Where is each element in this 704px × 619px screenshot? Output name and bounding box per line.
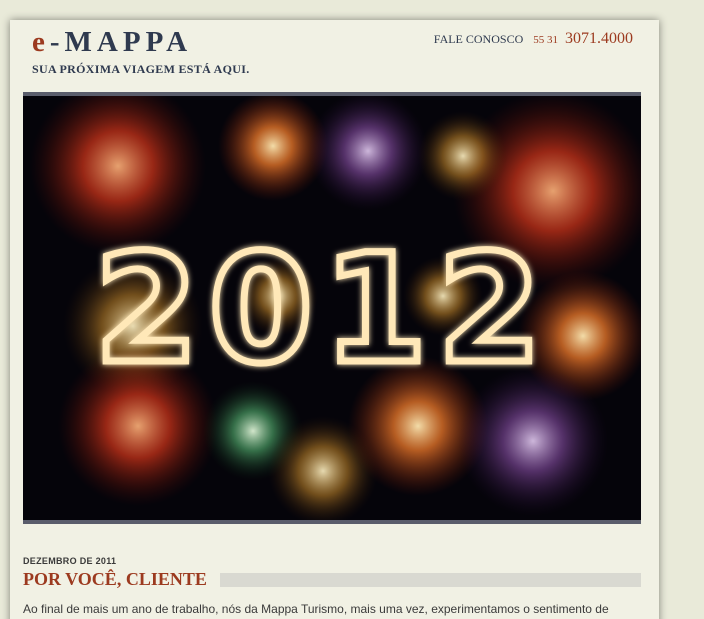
year-sparkler-text: 2012 — [94, 223, 551, 397]
fireworks-image: 2012 — [23, 96, 641, 520]
blog-post: DEZEMBRO DE 2011 POR VOCÊ, CLIENTE Ao fi… — [23, 556, 641, 616]
logo-e: e — [32, 26, 46, 58]
title-divider-bar — [220, 573, 641, 587]
post-title-row: POR VOCÊ, CLIENTE — [23, 569, 641, 591]
logo-mappa: MAPPA — [64, 26, 193, 58]
phone-number: 3071.4000 — [565, 30, 633, 47]
logo-dash: - — [49, 26, 61, 58]
contact-info: FALE CONOSCO 55 31 3071.4000 — [434, 30, 633, 48]
post-excerpt: Ao final de mais um ano de trabalho, nós… — [23, 602, 609, 616]
phone-area-code: 55 31 — [533, 34, 558, 46]
site-logo[interactable]: e - MAPPA — [32, 26, 192, 59]
post-title[interactable]: POR VOCÊ, CLIENTE — [23, 569, 207, 590]
site-header: e - MAPPA SUA PRÓXIMA VIAGEM ESTÁ AQUI. FA… — [10, 20, 659, 92]
site-tagline: SUA PRÓXIMA VIAGEM ESTÁ AQUI. — [32, 62, 250, 76]
hero-banner: 2012 — [23, 92, 641, 524]
page-container: e - MAPPA SUA PRÓXIMA VIAGEM ESTÁ AQUI. FA… — [10, 20, 659, 619]
contact-link[interactable]: FALE CONOSCO — [434, 32, 523, 46]
post-date: DEZEMBRO DE 2011 — [23, 556, 117, 566]
